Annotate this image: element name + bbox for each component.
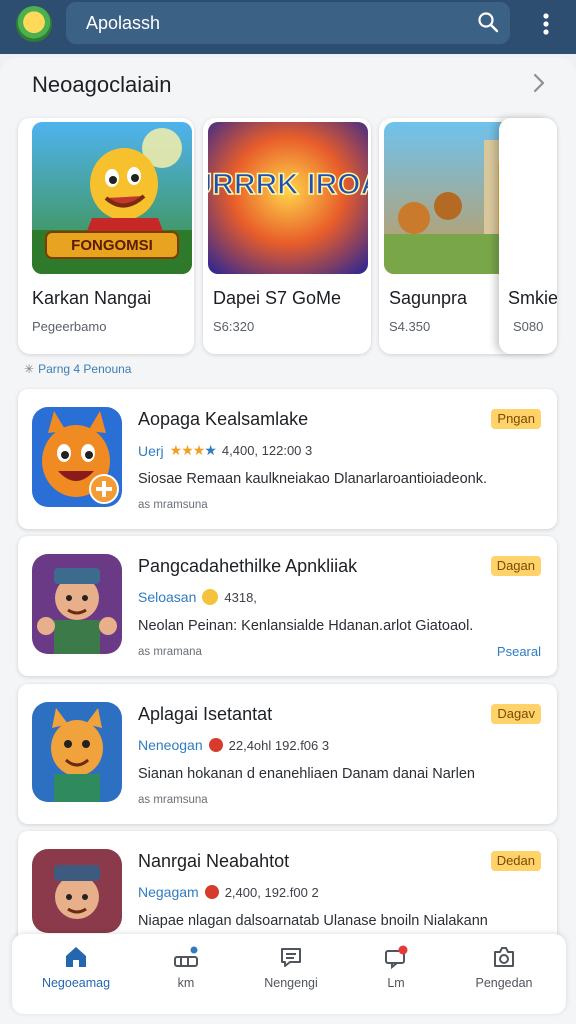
nav-item-notifications[interactable]: Lm [346, 944, 446, 1008]
featured-subtitle: Pegeerbamo [32, 319, 107, 334]
home-icon [66, 947, 86, 967]
app-meta: Negagam 2,400, 192.f00 2 [138, 884, 319, 900]
featured-art-label: TURRRK IROAK [208, 168, 368, 201]
search-text: Apolassh [86, 13, 161, 33]
app-meta: Seloasan 4318, [138, 589, 257, 605]
app-footer: as mramsuna [138, 499, 208, 511]
featured-art: TURRRK IROAK [208, 122, 368, 274]
app-stats: 4,400, 122:00 3 [221, 443, 313, 458]
sparkle-icon: ✳ [24, 362, 35, 376]
featured-card[interactable]: Smkie S080 [499, 118, 557, 354]
stats-icon [174, 946, 198, 967]
featured-card[interactable]: TURRRK IROAK Dapei S7 GoMe S6:320 [203, 118, 371, 354]
pager[interactable]: ✳ Parng 4 Penouna [24, 362, 135, 376]
featured-subtitle: S6:320 [213, 319, 255, 334]
nav-label: Negoeamag [41, 976, 111, 990]
featured-title: Smkie [508, 288, 557, 308]
featured-subtitle: S080 [513, 319, 544, 334]
camera-icon [494, 947, 514, 967]
app-name: Nanrgai Neabahtot [138, 851, 290, 871]
app-description: Siosae Remaan kaulkneiakao Dlanarlaroant… [138, 471, 488, 487]
chat-icon [281, 948, 301, 967]
star-rating-icon: ★★★★ [169, 442, 217, 458]
app-list-item[interactable]: Nanrgai Neabahtot Dedan Negagam 2,400, 1… [18, 831, 557, 951]
emoji-icon [204, 885, 219, 899]
app-description: Neolan Peinan: Kenlansialde Hdanan.arlot… [138, 618, 474, 634]
app-stats: 2,400, 192.f00 2 [224, 884, 319, 900]
app-name: Aplagai Isetantat [138, 704, 273, 724]
nav-item-stats[interactable]: km [136, 944, 236, 1008]
emoji-icon [202, 589, 219, 605]
search-icon[interactable] [476, 10, 500, 34]
featured-title: Dapei S7 GoMe [213, 288, 342, 308]
app-meta: Uerj ★★★★ 4,400, 122:00 3 [138, 442, 312, 459]
nav-label: Lm [387, 976, 405, 990]
featured-title: Sagunpra [389, 288, 468, 308]
emoji-icon [208, 738, 223, 752]
app-stats: 4318, [224, 589, 257, 605]
app-list-item[interactable]: Pangcadahethilke Apnkliiak Dagan Seloasa… [18, 536, 557, 676]
featured-art: FONGOMSI [32, 122, 192, 274]
app-description: Sianan hokanan d enanehliaen Danam danai… [138, 766, 475, 782]
featured-title: Karkan Nangai [32, 288, 152, 308]
app-list-item[interactable]: Aplagai Isetantat Dagav Neneogan 22,4ohl… [18, 684, 557, 824]
more-vertical-icon[interactable] [532, 10, 560, 38]
app-icon [32, 849, 122, 933]
bottom-navigation: Negoeamag km Nengengi Lm Pengedan [12, 934, 566, 1014]
featured-art-label: FONGOMSI [71, 237, 153, 254]
search-bar[interactable]: Apolassh [66, 2, 510, 44]
featured-subtitle: S4.350 [389, 319, 431, 334]
app-badge: Dedan [490, 851, 541, 871]
app-bar: Apolassh [0, 0, 576, 54]
nav-label: km [177, 976, 195, 990]
app-badge: Pngan [491, 409, 541, 429]
app-icon [32, 407, 122, 507]
nav-label: Pengedan [475, 976, 533, 990]
nav-label: Nengengi [264, 976, 318, 990]
app-list-item[interactable]: Aopaga Kealsamlake Pngan Uerj ★★★★ 4,400… [18, 389, 557, 529]
app-footer: as mramsuna [138, 794, 208, 806]
app-icon [32, 702, 122, 802]
featured-card[interactable]: FONGOMSI Karkan Nangai Pegeerbamo [18, 118, 194, 354]
notification-icon [385, 945, 408, 970]
featured-section-title: Neoagoclaiain [32, 72, 172, 97]
app-category: Uerj [138, 442, 164, 459]
nav-item-home[interactable]: Negoeamag [26, 944, 126, 1008]
chevron-right-icon[interactable] [528, 72, 550, 94]
app-badge: Dagan [490, 556, 541, 576]
app-name: Aopaga Kealsamlake [138, 409, 309, 429]
app-meta: Neneogan 22,4ohl 192.f06 3 [138, 737, 329, 753]
app-footer: as mramana [138, 646, 202, 658]
app-stats: 22,4ohl 192.f06 3 [228, 737, 330, 753]
app-logo-icon[interactable] [16, 6, 52, 42]
app-name: Pangcadahethilke Apnkliiak [138, 556, 358, 576]
app-category: Negagam [138, 884, 199, 900]
app-badge: Dagav [491, 704, 541, 724]
nav-item-chat[interactable]: Nengengi [241, 944, 341, 1008]
app-icon [32, 554, 122, 654]
app-description: Niapae nlagan dalsoarnatab Ulanase bnoil… [138, 913, 488, 929]
nav-item-camera[interactable]: Pengedan [454, 944, 554, 1008]
app-category: Neneogan [138, 737, 203, 753]
app-category: Seloasan [138, 589, 197, 605]
pager-label: Parng 4 Penouna [38, 362, 132, 376]
app-link[interactable]: Psearal [497, 644, 541, 659]
